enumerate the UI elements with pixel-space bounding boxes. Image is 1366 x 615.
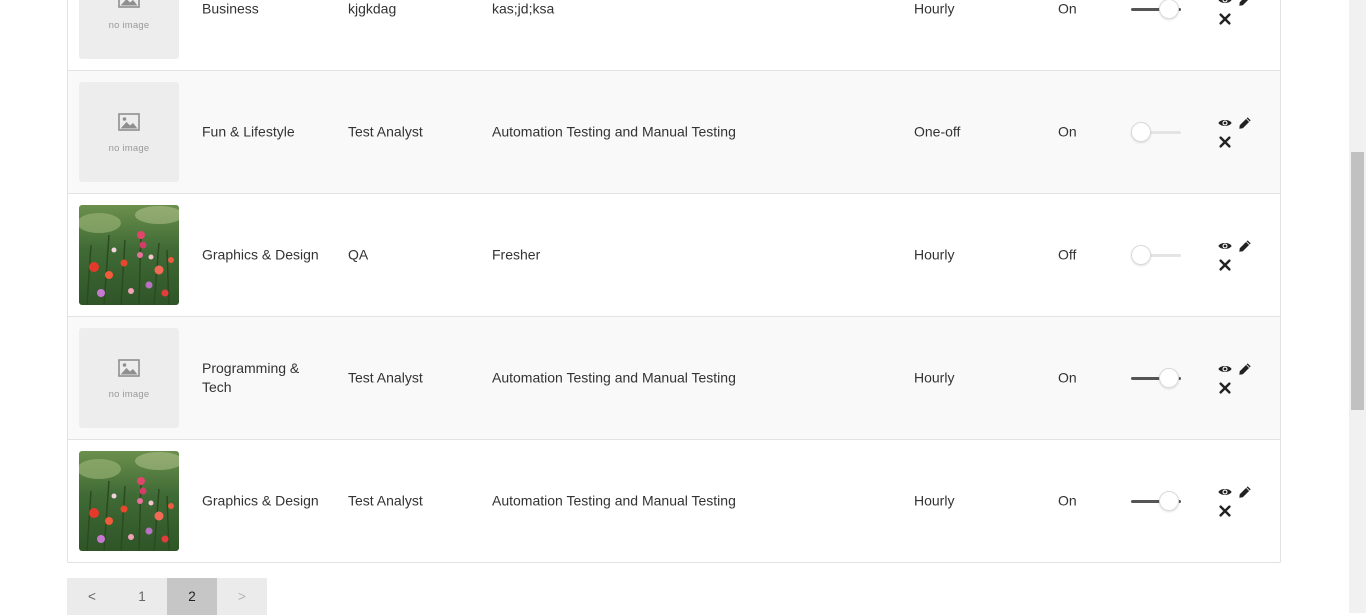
close-icon[interactable] [1218, 381, 1232, 395]
flowers-photo [79, 451, 179, 551]
status-toggle[interactable] [1131, 0, 1181, 19]
title-cell: Test Analyst [348, 492, 423, 509]
image-icon [118, 0, 140, 8]
table-row: Graphics & Design QA Fresher Hourly Off [68, 193, 1280, 316]
pencil-icon[interactable] [1238, 362, 1252, 376]
category-cell: Fun & Lifestyle [202, 123, 295, 140]
status-cell: Off [1058, 246, 1077, 263]
close-icon[interactable] [1218, 12, 1232, 26]
scrollbar-thumb[interactable] [1351, 152, 1364, 410]
page-1-button[interactable]: 1 [117, 578, 167, 615]
pencil-icon[interactable] [1238, 485, 1252, 499]
status-toggle[interactable] [1131, 368, 1181, 388]
listings-table: no image Business kjgkdag kas;jd;ksa Hou… [67, 0, 1281, 563]
pencil-icon[interactable] [1238, 239, 1252, 253]
close-icon[interactable] [1218, 135, 1232, 149]
type-cell: Hourly [914, 369, 955, 386]
vertical-scrollbar[interactable] [1349, 0, 1366, 613]
type-cell: One-off [914, 123, 961, 140]
category-cell: Programming & Tech [202, 360, 300, 395]
status-toggle[interactable] [1131, 122, 1181, 142]
table-row: no image Fun & Lifestyle Test Analyst Au… [68, 70, 1280, 193]
pencil-icon[interactable] [1238, 116, 1252, 130]
title-cell: Test Analyst [348, 123, 423, 140]
status-toggle[interactable] [1131, 245, 1181, 265]
image-icon [118, 113, 140, 131]
pencil-icon[interactable] [1238, 0, 1252, 7]
thumbnail-placeholder: no image [79, 82, 179, 182]
category-cell: Business [202, 0, 259, 17]
title-cell: QA [348, 246, 369, 263]
no-image-label: no image [108, 20, 150, 31]
thumbnail-placeholder: no image [79, 0, 179, 59]
status-cell: On [1058, 0, 1077, 17]
type-cell: Hourly [914, 246, 955, 263]
eye-icon[interactable] [1218, 116, 1232, 130]
table-row: no image Business kjgkdag kas;jd;ksa Hou… [68, 0, 1280, 70]
status-cell: On [1058, 123, 1077, 140]
description-cell: Fresher [492, 246, 541, 263]
description-cell: kas;jd;ksa [492, 0, 555, 17]
prev-page-button[interactable]: < [67, 578, 117, 615]
status-toggle[interactable] [1131, 491, 1181, 511]
image-icon [118, 359, 140, 377]
next-page-button[interactable]: > [217, 578, 267, 615]
table-row: no image Programming & Tech Test Analyst… [68, 316, 1280, 439]
flowers-photo [79, 205, 179, 305]
eye-icon[interactable] [1218, 485, 1232, 499]
close-icon[interactable] [1218, 258, 1232, 272]
description-cell: Automation Testing and Manual Testing [492, 492, 736, 509]
no-image-label: no image [108, 143, 150, 154]
title-cell: kjgkdag [348, 0, 397, 17]
table-row: Graphics & Design Test Analyst Automatio… [68, 439, 1280, 562]
no-image-label: no image [108, 389, 150, 400]
type-cell: Hourly [914, 492, 955, 509]
thumbnail-placeholder: no image [79, 328, 179, 428]
description-cell: Automation Testing and Manual Testing [492, 123, 736, 140]
category-cell: Graphics & Design [202, 492, 319, 509]
category-cell: Graphics & Design [202, 246, 319, 263]
close-icon[interactable] [1218, 504, 1232, 518]
status-cell: On [1058, 492, 1077, 509]
page-2-button[interactable]: 2 [167, 578, 217, 615]
status-cell: On [1058, 369, 1077, 386]
eye-icon[interactable] [1218, 0, 1232, 7]
eye-icon[interactable] [1218, 239, 1232, 253]
type-cell: Hourly [914, 0, 955, 17]
title-cell: Test Analyst [348, 369, 423, 386]
pagination: < 1 2 > [67, 578, 267, 615]
description-cell: Automation Testing and Manual Testing [492, 369, 736, 386]
eye-icon[interactable] [1218, 362, 1232, 376]
